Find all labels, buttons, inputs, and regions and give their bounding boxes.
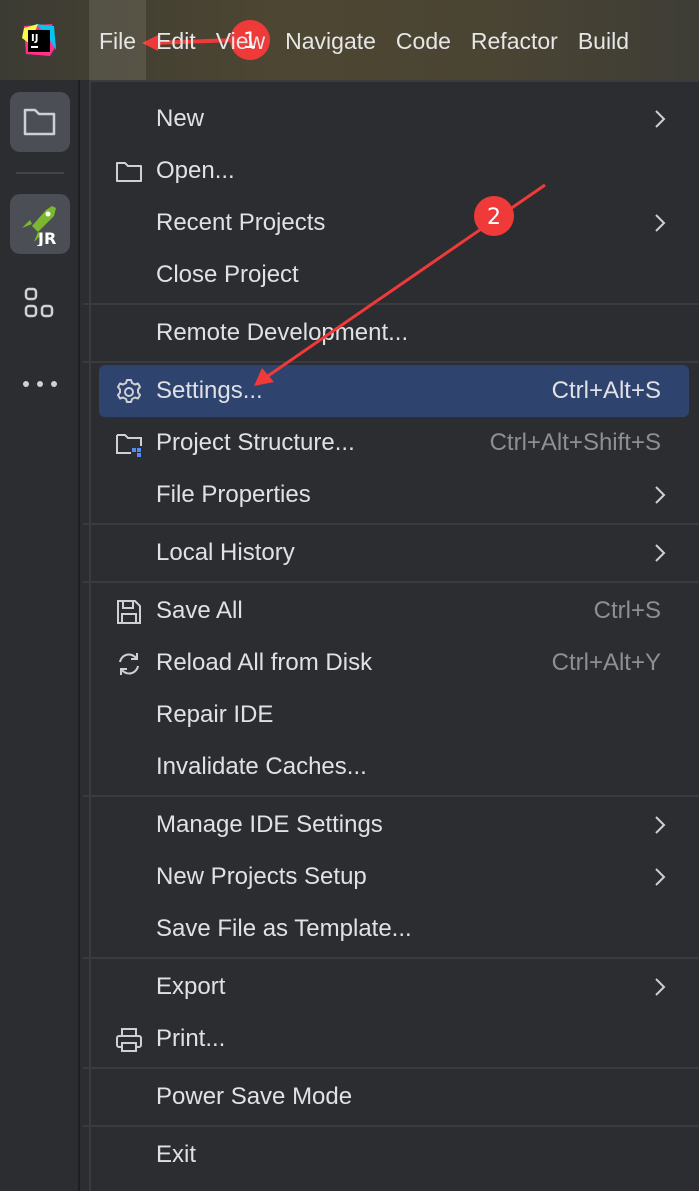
plugins-button[interactable] bbox=[10, 274, 70, 334]
chevron-right-icon bbox=[655, 544, 666, 562]
menu-item-label: Recent Projects bbox=[156, 209, 326, 236]
menu-item-label: Export bbox=[156, 973, 226, 1000]
title-bar: IJ File Edit View Navigate Code Refactor Build bbox=[0, 0, 699, 80]
jrebel-icon: JR bbox=[22, 206, 56, 246]
jrebel-button[interactable]: JR bbox=[10, 194, 70, 254]
menu-item-reload-all-from-disk[interactable]: Reload All from Disk Ctrl+Alt+Y bbox=[99, 637, 689, 689]
chevron-right-icon bbox=[655, 816, 666, 834]
chevron-right-icon bbox=[655, 978, 666, 996]
project-folder-icon bbox=[23, 108, 56, 136]
menu-separator bbox=[83, 361, 699, 363]
menu-separator bbox=[83, 795, 699, 797]
shortcut: Ctrl+S bbox=[593, 597, 661, 624]
menu-build[interactable]: Build bbox=[568, 0, 639, 80]
print-icon bbox=[116, 1028, 142, 1052]
menu-item-new-projects-setup[interactable]: New Projects Setup bbox=[99, 851, 689, 903]
menu-file[interactable]: File bbox=[89, 0, 147, 80]
menu-item-recent-projects[interactable]: Recent Projects bbox=[99, 197, 689, 249]
menu-item-project-structure[interactable]: Project Structure... Ctrl+Alt+Shift+S bbox=[99, 417, 689, 469]
project-structure-icon bbox=[116, 434, 142, 457]
menu-item-exit[interactable]: Exit bbox=[99, 1129, 689, 1181]
menu-item-label: Close Project bbox=[156, 261, 299, 288]
menu-item-label: Exit bbox=[156, 1141, 197, 1168]
menu-separator bbox=[83, 957, 699, 959]
menu-item-export[interactable]: Export bbox=[99, 961, 689, 1013]
shortcut: Ctrl+Alt+S bbox=[551, 377, 661, 404]
menu-navigate[interactable]: Navigate bbox=[275, 0, 386, 80]
menu-item-print[interactable]: Print... bbox=[99, 1013, 689, 1065]
menu-item-label: Open... bbox=[156, 157, 235, 184]
menu-item-label: File Properties bbox=[156, 481, 311, 508]
chevron-right-icon bbox=[655, 110, 666, 128]
sidebar-divider bbox=[16, 172, 64, 174]
menu-item-label: Reload All from Disk bbox=[156, 649, 373, 676]
menu-item-label: Print... bbox=[156, 1025, 226, 1052]
menu-item-local-history[interactable]: Local History bbox=[99, 527, 689, 579]
menu-separator bbox=[83, 1125, 699, 1127]
project-button[interactable] bbox=[10, 92, 70, 152]
plugins-icon bbox=[24, 287, 54, 318]
save-icon bbox=[117, 600, 141, 624]
menu-separator bbox=[83, 303, 699, 305]
menu-item-label: New bbox=[156, 105, 205, 132]
chevron-right-icon bbox=[655, 486, 666, 504]
menu-item-label: Power Save Mode bbox=[156, 1083, 353, 1110]
menu-item-open[interactable]: Open... bbox=[99, 145, 689, 197]
shortcut: Ctrl+Alt+Shift+S bbox=[489, 429, 661, 456]
file-menu: New Open... Recent Projects Close Project Re… bbox=[83, 80, 699, 1191]
menu-view[interactable]: View bbox=[206, 0, 275, 80]
menu-item-manage-ide-settings[interactable]: Manage IDE Settings bbox=[99, 799, 689, 851]
menu-item-label: Invalidate Caches... bbox=[156, 753, 367, 780]
menu-item-label: Local History bbox=[156, 539, 295, 566]
menu-item-close-project[interactable]: Close Project bbox=[99, 249, 689, 301]
reload-icon bbox=[119, 653, 139, 675]
svg-text:JR: JR bbox=[37, 229, 56, 246]
menu-item-repair-ide[interactable]: Repair IDE bbox=[99, 689, 689, 741]
menu-item-label: Remote Development... bbox=[156, 319, 409, 346]
menu-separator bbox=[83, 1067, 699, 1069]
chevron-right-icon bbox=[655, 214, 666, 232]
menu-item-label: Manage IDE Settings bbox=[156, 811, 383, 838]
menu-item-label: New Projects Setup bbox=[156, 863, 367, 890]
gear-icon bbox=[117, 379, 141, 403]
menu-code[interactable]: Code bbox=[386, 0, 461, 80]
menu-item-file-properties[interactable]: File Properties bbox=[99, 469, 689, 521]
menu-item-label: Project Structure... bbox=[156, 429, 355, 456]
menu-item-label: Save File as Template... bbox=[156, 915, 412, 942]
tool-window-sidebar: JR bbox=[0, 80, 80, 1191]
chevron-right-icon bbox=[655, 868, 666, 886]
menu-item-new[interactable]: New bbox=[99, 93, 689, 145]
menu-item-label: Settings... bbox=[156, 377, 263, 404]
menu-separator bbox=[83, 581, 699, 583]
folder-icon bbox=[116, 162, 142, 182]
menu-separator bbox=[83, 523, 699, 525]
menu-refactor[interactable]: Refactor bbox=[461, 0, 568, 80]
menu-item-remote-development[interactable]: Remote Development... bbox=[99, 307, 689, 359]
main-menu-bar: File Edit View Navigate Code Refactor Build bbox=[89, 0, 639, 80]
menu-item-label: Save All bbox=[156, 597, 243, 624]
menu-item-settings[interactable]: Settings... Ctrl+Alt+S bbox=[99, 365, 689, 417]
menu-edit[interactable]: Edit bbox=[146, 0, 206, 80]
menu-item-label: Repair IDE bbox=[156, 701, 274, 728]
menu-item-save-file-as-template[interactable]: Save File as Template... bbox=[99, 903, 689, 955]
more-button[interactable] bbox=[10, 354, 70, 414]
more-icon bbox=[23, 381, 57, 387]
intellij-logo: IJ bbox=[22, 24, 56, 56]
svg-text:IJ: IJ bbox=[31, 33, 38, 44]
menu-item-invalidate-caches[interactable]: Invalidate Caches... bbox=[99, 741, 689, 793]
menu-item-save-all[interactable]: Save All Ctrl+S bbox=[99, 585, 689, 637]
menu-item-power-save-mode[interactable]: Power Save Mode bbox=[99, 1071, 689, 1123]
shortcut: Ctrl+Alt+Y bbox=[551, 649, 661, 676]
